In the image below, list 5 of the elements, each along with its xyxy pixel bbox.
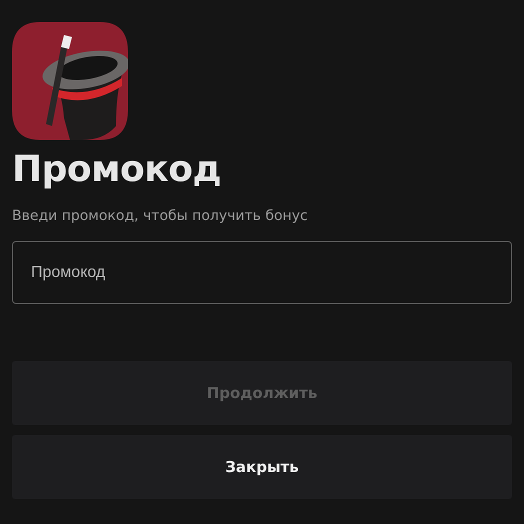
promo-code-field[interactable]: Промокод — [12, 241, 512, 304]
close-button[interactable]: Закрыть — [12, 435, 512, 499]
magic-hat-icon — [12, 22, 128, 140]
subtitle-text: Введи промокод, чтобы получить бонус — [12, 207, 309, 226]
page-title: Промокод — [12, 148, 222, 192]
